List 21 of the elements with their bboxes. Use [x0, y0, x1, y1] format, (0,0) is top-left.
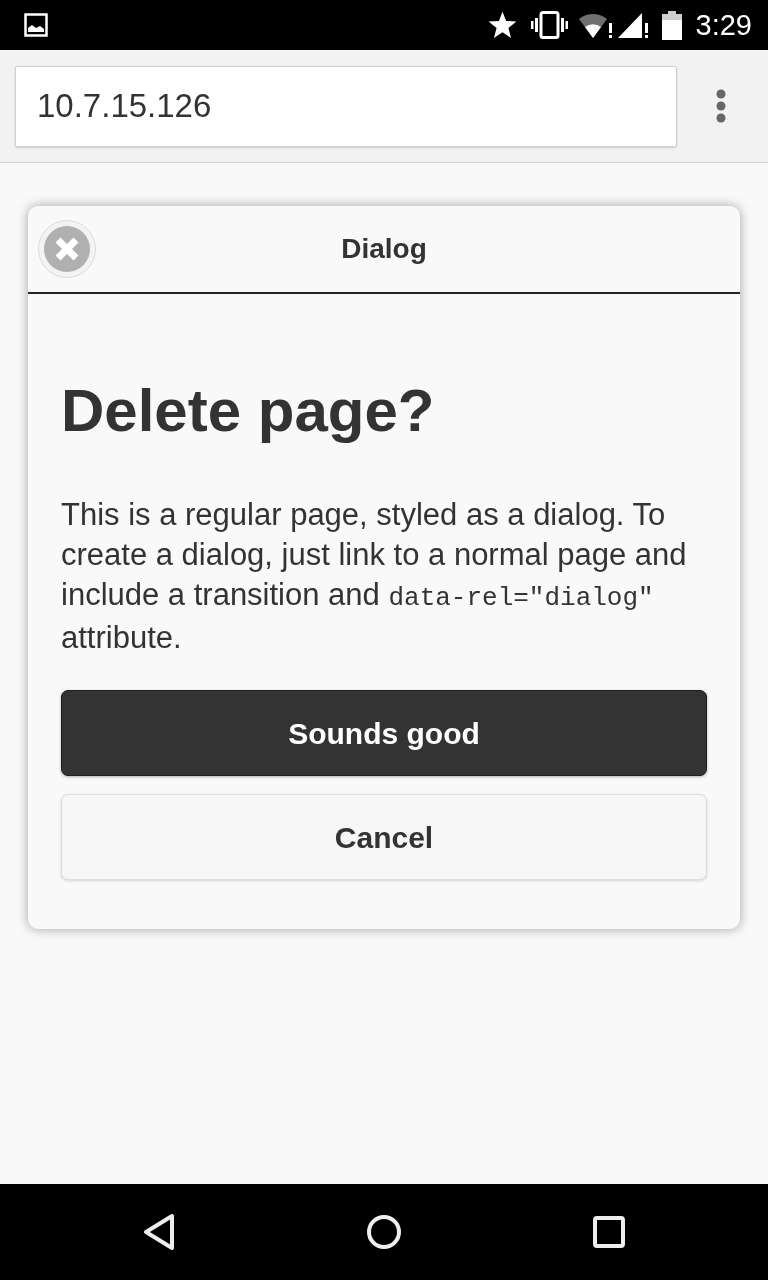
- recents-button[interactable]: [593, 1216, 625, 1248]
- cancel-button[interactable]: Cancel: [61, 794, 707, 880]
- recents-square-icon: [593, 1216, 625, 1248]
- battery-icon: [661, 10, 682, 40]
- home-button[interactable]: [367, 1215, 401, 1249]
- wifi-warning-icon: [578, 11, 613, 39]
- vibrate-icon: [530, 11, 568, 39]
- home-circle-icon: [367, 1215, 401, 1249]
- back-triangle-icon: [143, 1213, 175, 1251]
- close-icon: [44, 226, 90, 272]
- dialog-title: Dialog: [340, 232, 428, 266]
- more-vertical-icon: [716, 89, 726, 123]
- signal-warning-icon: [617, 11, 648, 39]
- back-button[interactable]: [143, 1213, 175, 1251]
- confirm-button[interactable]: Sounds good: [61, 690, 707, 776]
- star-icon: [487, 11, 517, 39]
- dialog-message: This is a regular page, styled as a dialog. To create a dialog, just link to a normal page and include a transition and data-rel="dialog" attribute.: [61, 496, 688, 657]
- clock-time: 3:29: [695, 10, 752, 40]
- address-field[interactable]: 10.7.15.126: [15, 65, 677, 147]
- dialog-heading: Delete page?: [61, 376, 436, 446]
- picture-icon: [24, 13, 48, 37]
